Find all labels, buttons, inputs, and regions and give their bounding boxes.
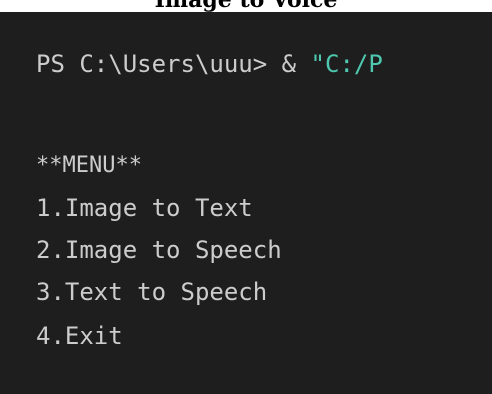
menu-item-exit: 4.Exit bbox=[36, 322, 123, 350]
screenshot-page: Image to Voice PS C:\Users\uuu> & "C:/P … bbox=[0, 0, 492, 394]
command-path-string: "C:/P bbox=[310, 50, 383, 78]
menu-title: **MENU** bbox=[36, 153, 142, 178]
prompt-text: PS C:\Users\uuu> & bbox=[36, 50, 311, 78]
menu-item-image-to-speech: 2.Image to Speech bbox=[36, 236, 282, 264]
menu-item-text-to-speech: 3.Text to Speech bbox=[36, 278, 268, 306]
menu-item-image-to-text: 1.Image to Text bbox=[36, 194, 253, 222]
figure-caption: Image to Voice bbox=[154, 0, 338, 13]
prompt-line: PS C:\Users\uuu> & "C:/P bbox=[36, 50, 383, 78]
terminal-panel[interactable]: PS C:\Users\uuu> & "C:/P **MENU** 1.Imag… bbox=[0, 12, 492, 394]
